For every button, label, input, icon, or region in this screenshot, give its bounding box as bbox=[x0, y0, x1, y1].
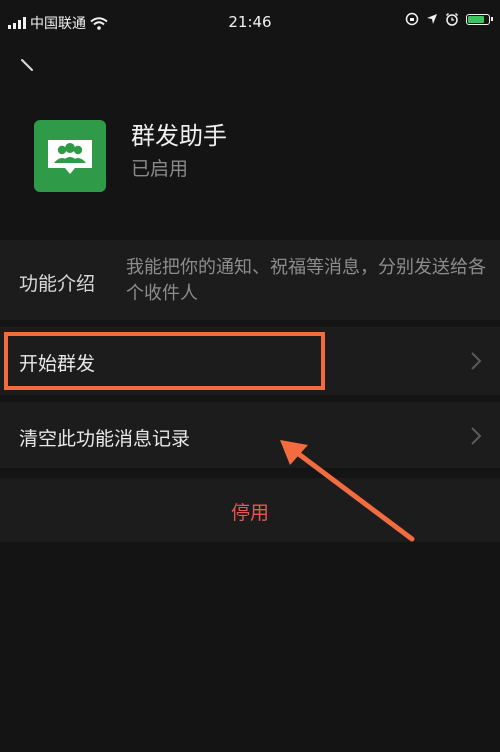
alarm-icon bbox=[445, 12, 459, 26]
back-arrow-icon bbox=[21, 59, 33, 71]
battery-icon bbox=[466, 13, 493, 25]
app-icon bbox=[34, 120, 106, 192]
clear-records-row[interactable]: 清空此功能消息记录 bbox=[0, 402, 500, 468]
chevron-right-icon bbox=[471, 352, 482, 370]
disable-button[interactable]: 停用 bbox=[0, 498, 500, 525]
disable-section: 停用 bbox=[0, 478, 500, 542]
orientation-lock-icon bbox=[405, 12, 419, 26]
annotation-arrow-icon bbox=[280, 440, 415, 542]
app-status: 已启用 bbox=[131, 158, 189, 180]
group-broadcast-icon bbox=[48, 140, 92, 174]
intro-description: 我能把你的通知、祝福等消息，分别发送给各个收件人 bbox=[126, 257, 486, 304]
clear-records-label: 清空此功能消息记录 bbox=[19, 428, 191, 450]
intro-section: 功能介绍 我能把你的通知、祝福等消息，分别发送给各个收件人 bbox=[0, 240, 500, 320]
app-title: 群发助手 bbox=[131, 122, 227, 150]
intro-label: 功能介绍 bbox=[19, 273, 96, 295]
annotation-highlight-box bbox=[4, 332, 325, 390]
location-icon bbox=[427, 14, 437, 24]
back-button[interactable] bbox=[14, 52, 44, 82]
status-bar: 中国联通 21:46 bbox=[0, 0, 500, 44]
chevron-right-icon bbox=[471, 427, 482, 445]
status-right bbox=[405, 12, 493, 26]
battery-fill bbox=[468, 15, 485, 23]
